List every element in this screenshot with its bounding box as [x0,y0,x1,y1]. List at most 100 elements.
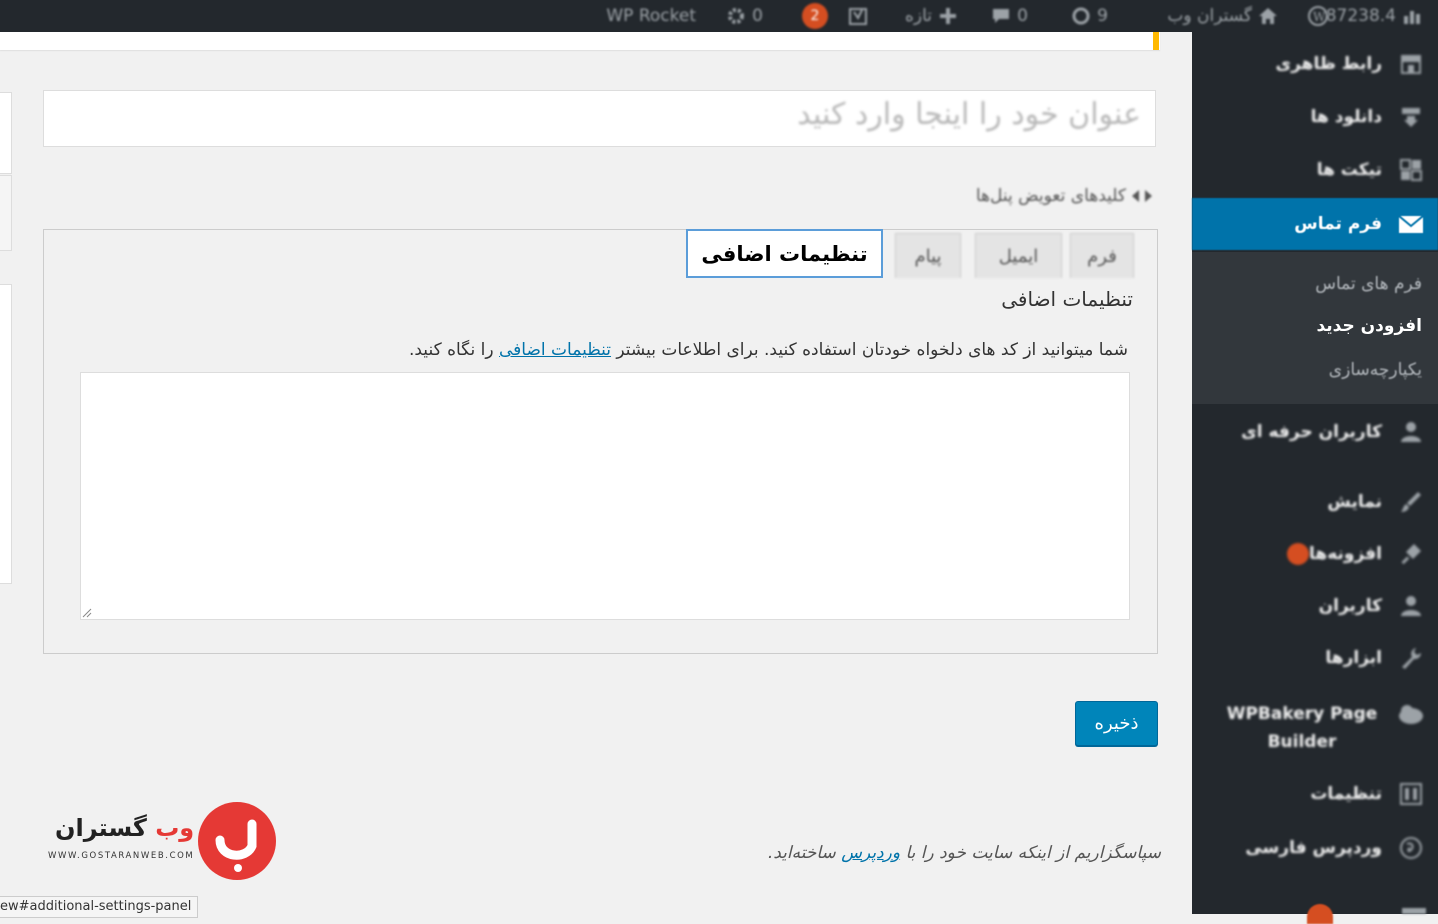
plus-icon [940,8,956,24]
tab-label: تنظیمات اضافی [701,241,868,266]
admin-sidebar: رابط ظاهری دانلود ها تیکت ها فرم تماس فر… [1192,32,1438,924]
wp-rocket-label: WP Rocket [606,6,696,26]
wrench-icon [1402,648,1422,669]
updates-menu[interactable]: 9 [1071,0,1108,32]
save-label: ذخیره [1094,713,1139,734]
wp-farsi-icon [1400,837,1422,859]
yoast-menu[interactable] [848,0,868,32]
sidebar-item-label: رابط ظاهری [1275,54,1382,74]
panel-description: شما میتوانید از کد های دلخواه خودتان است… [409,340,1128,360]
wordpress-link[interactable]: وردپرس [841,843,900,863]
yoast-icon [849,8,867,25]
title-input[interactable]: عنوان خود را اینجا وارد کنید [43,90,1156,147]
notification-menu[interactable]: 2 [802,0,828,32]
panel-toggle-shortcuts[interactable]: کلیدهای تعویض پنل‌ها [976,186,1152,206]
brush-icon [1401,492,1421,512]
comments-menu[interactable]: 0 [991,0,1028,32]
partial-badge [1307,904,1333,924]
download-icon [1402,108,1420,127]
panel-toggle-label: کلیدهای تعویض پنل‌ها [975,186,1126,206]
updates-count: 9 [1097,6,1108,26]
sidebar-item-contact-form[interactable]: فرم تماس [1192,198,1438,250]
sidebar-item-label: نمایش [1327,492,1382,512]
cloud-icon [1399,705,1423,724]
sidebar-item-pro-users[interactable]: کاربران حرفه ای [1192,406,1438,458]
resize-handle-icon[interactable] [82,608,92,618]
sidebar-item-plugins[interactable]: افزونه‌ها [1192,528,1438,580]
tab-label: ایمیل [998,245,1039,267]
plugin-icon [1401,544,1421,565]
sidebar-item-tools[interactable]: ابزارها [1192,632,1438,684]
site-name-menu[interactable]: گستران وب [1167,0,1278,32]
side-metabox-edge [0,92,12,174]
user-icon [1401,422,1421,442]
admin-notice [0,32,1160,50]
tab-email[interactable]: ایمیل [975,233,1062,278]
settings-icon [1400,783,1422,805]
tab-label: فرم [1087,245,1117,267]
partial-menu-icon [1402,908,1426,914]
sidebar-item-label: ابزارها [1325,648,1382,668]
submenu-contact-forms[interactable]: فرم های تماس [1315,274,1422,294]
wp-logo-menu[interactable]: W [1308,0,1328,32]
sidebar-item-downloads[interactable]: دانلود ها [1192,91,1438,143]
new-content-menu[interactable]: تازه [905,0,958,32]
sidebar-item-wpbakery[interactable]: WPBakery Page Builder [1192,700,1438,760]
updates-icon [1072,7,1090,25]
sidebar-item-settings[interactable]: تنظیمات [1192,768,1438,820]
svg-text:W: W [1313,10,1326,24]
mail-icon [1398,215,1424,233]
logo-word-dark: گستران [55,814,147,842]
wordpress-logo-icon: W [1308,6,1328,26]
notification-badge: 2 [802,3,828,29]
submenu-add-new[interactable]: افزودن جدید [1316,316,1422,336]
description-text: را نگاه کنید. [408,340,500,360]
additional-settings-textarea[interactable] [80,372,1130,620]
side-metabox-edge [0,284,12,584]
tab-label: پیام [914,245,942,267]
additional-settings-link[interactable]: تنظیمات اضافی [499,340,611,360]
footer-thankyou: سپاسگزاریم از اینکه سایت خود را با وردپر… [768,843,1161,863]
sidebar-item-label: فرم تماس [1294,214,1382,234]
site-name: گستران وب [1167,6,1252,26]
tab-form[interactable]: فرم [1070,233,1134,278]
logo-wordmark: وب گستران [55,814,194,842]
users-icon [1401,596,1421,616]
gear-icon [728,8,745,24]
storefront-icon [1401,55,1421,74]
panel-heading: تنظیمات اضافی [1001,287,1133,311]
save-button[interactable]: ذخیره [1075,701,1158,746]
tab-message[interactable]: پیام [895,233,961,278]
admin-bar: 87238.4 W گستران وب 9 0 تازه 2 0 WP Rock… [0,0,1438,32]
wp-rocket-menu[interactable]: WP Rocket [606,0,696,32]
admin-bar-stats[interactable]: 87238.4 [1326,0,1422,32]
contact-form-submenu: فرم های تماس افزودن جدید یکپارچه‌سازی [1192,252,1438,404]
sidebar-item-tickets[interactable]: تیکت ها [1192,144,1438,196]
sidebar-item-label: کاربران [1318,596,1382,616]
sidebar-item-users[interactable]: کاربران [1192,580,1438,632]
sidebar-item-label: تیکت ها [1316,160,1382,180]
submenu-integration[interactable]: یکپارچه‌سازی [1329,360,1422,380]
footer-text: سپاسگزاریم از اینکه سایت خود را با [900,843,1161,863]
sidebar-item-label: WPBakery Page Builder [1226,704,1378,752]
title-placeholder: عنوان خود را اینجا وارد کنید [797,97,1141,132]
sidebar-item-label: وردپرس فارسی [1245,838,1382,858]
tickets-icon [1400,159,1422,181]
sidebar-item-appearance[interactable]: نمایش [1192,476,1438,528]
logo-url: WWW.GOSTARANWEB.COM [48,851,195,861]
new-content-label: تازه [904,6,932,26]
admin-notice-accent [1153,32,1159,50]
sidebar-item-appearance-store[interactable]: رابط ظاهری [1192,38,1438,90]
logo-mark-icon [198,802,276,880]
tab-additional-settings[interactable]: تنظیمات اضافی [686,229,883,278]
logo-word-red: وب [155,814,195,842]
comments-icon [993,9,1010,23]
plugins-update-badge [1287,543,1310,565]
cache-menu[interactable]: 0 [726,0,763,32]
sidebar-item-wp-farsi[interactable]: وردپرس فارسی [1192,822,1438,874]
sidebar-item-label: کاربران حرفه ای [1241,422,1382,442]
comments-count: 0 [1017,6,1028,26]
home-icon [1259,8,1277,24]
sidebar-item-label: تنظیمات [1310,784,1382,804]
footer-text: ساخته‌اید. [767,843,842,863]
